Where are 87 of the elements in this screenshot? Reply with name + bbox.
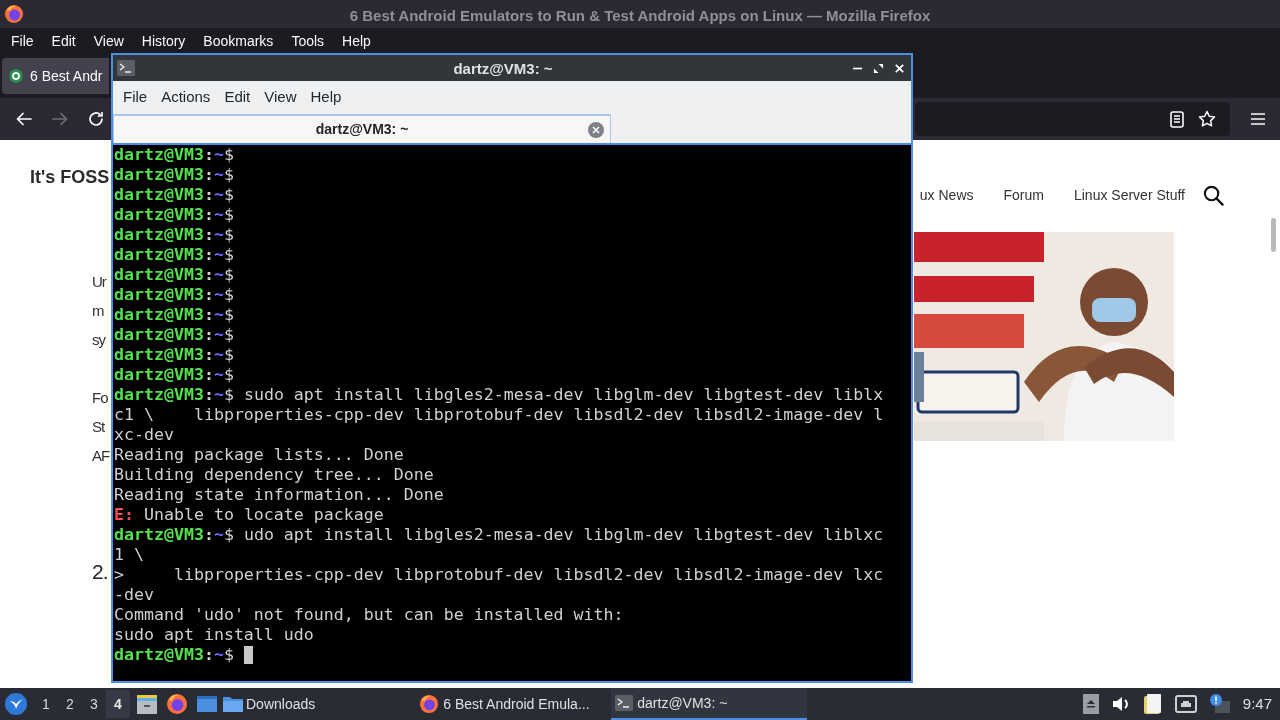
window-title: 6 Best Android Emulators to Run & Test Android Apps on Linux — Mozilla Firefox — [348, 6, 932, 26]
terminal-line: > libproperties-cpp-dev libprotobuf-dev libsdl2-dev libsdl2-image-dev lxc — [114, 565, 884, 585]
terminal-line: dartz@VM3:~$ — [114, 645, 234, 665]
menu-item[interactable]: File — [116, 85, 155, 109]
terminal-line: c1 \ libproperties-cpp-dev libprotobuf-dev libsdl2-dev libsdl2-image-dev l — [114, 405, 884, 425]
paragraph-text: Fo — [92, 388, 108, 408]
close-tab-icon[interactable] — [588, 122, 604, 138]
terminal-line: Reading state information... Done — [114, 485, 444, 505]
notification-icon[interactable] — [1208, 694, 1231, 714]
search-icon[interactable] — [1203, 185, 1224, 206]
terminal-line: dartz@VM3:~$ — [114, 145, 234, 165]
reader-view-icon[interactable] — [1170, 110, 1184, 128]
terminal-line: E: Unable to locate package — [114, 505, 384, 525]
terminal-line: Building dependency tree... Done — [114, 465, 434, 485]
workspace-button[interactable]: 1 — [34, 690, 58, 718]
volume-icon[interactable] — [1110, 694, 1131, 714]
terminal-line: dartz@VM3:~$ — [114, 205, 234, 225]
terminal-icon — [117, 60, 135, 76]
folder-icon — [222, 694, 244, 714]
menu-item[interactable]: Edit — [42, 30, 85, 52]
terminal-icon — [615, 695, 634, 711]
menu-item[interactable]: File — [2, 30, 43, 52]
paragraph-text: Ur — [92, 272, 106, 292]
paragraph-text: sy — [92, 330, 105, 350]
menu-item[interactable]: Edit — [217, 85, 258, 109]
terminal-line: dartz@VM3:~$ — [114, 325, 234, 345]
nav-link[interactable]: Linux Server Stuff — [1073, 185, 1185, 206]
nav-link[interactable]: Forum — [1003, 185, 1044, 206]
workspace-button[interactable]: 3 — [82, 690, 106, 718]
terminal-line: dartz@VM3:~$ — [114, 245, 234, 265]
workspace-button[interactable]: 2 — [58, 690, 82, 718]
menu-item[interactable]: Actions — [154, 85, 218, 109]
firefox-logo-icon[interactable] — [166, 693, 188, 715]
star-icon[interactable] — [1198, 110, 1216, 128]
back-arrow-icon[interactable] — [15, 110, 33, 128]
terminal-tab[interactable]: dartz@VM3: ~ — [113, 114, 611, 143]
terminal-line: dartz@VM3:~$ sudo apt install libgles2-mesa-dev libglm-dev libgtest-dev liblx — [114, 385, 884, 405]
terminal-line: Reading package lists... Done — [114, 445, 404, 465]
nav-link[interactable]: ux News — [919, 185, 974, 206]
site-title[interactable]: It's FOSS — [30, 164, 110, 191]
workspace-button[interactable]: 4 — [106, 690, 130, 718]
eject-icon[interactable] — [1082, 694, 1099, 714]
taskbar-task[interactable]: 6 Best Android Emula... — [415, 688, 606, 720]
start-menu-icon[interactable] — [4, 692, 28, 716]
terminal-line: sudo apt install udo — [114, 625, 314, 645]
close-icon[interactable] — [894, 62, 905, 74]
maximize-icon[interactable] — [873, 62, 884, 74]
terminal-line: dartz@VM3:~$ — [114, 225, 234, 245]
menu-item[interactable]: Tools — [282, 30, 334, 52]
terminal-line: 1 \ — [114, 545, 144, 565]
terminal-line: dartz@VM3:~$ — [114, 185, 234, 205]
paragraph-text: St — [92, 417, 105, 437]
scrollbar-thumb[interactable] — [1271, 218, 1276, 252]
terminal-line: dartz@VM3:~$ — [114, 365, 234, 385]
terminal-line: Command 'udo' not found, but can be installed with: — [114, 605, 624, 625]
terminal-line: dartz@VM3:~$ — [114, 345, 234, 365]
menu-item[interactable]: Help — [303, 85, 349, 109]
terminal-line: -dev — [114, 585, 154, 605]
taskbar-task[interactable]: dartz@VM3: ~ — [611, 688, 808, 720]
menu-item[interactable]: Help — [333, 30, 380, 52]
menu-item[interactable]: Bookmarks — [194, 30, 283, 52]
terminal-line: dartz@VM3:~$ — [114, 305, 234, 325]
window-icon[interactable] — [196, 694, 218, 714]
terminal-line: dartz@VM3:~$ — [114, 165, 234, 185]
paragraph-text: AF — [92, 446, 110, 466]
menu-icon[interactable] — [1250, 112, 1266, 126]
firefox-logo-icon — [419, 694, 440, 714]
browser-tab[interactable]: 6 Best Andr — [2, 58, 109, 94]
terminal-line: dartz@VM3:~$ udo apt install libgles2-mesa-dev libglm-dev libgtest-dev liblxc — [114, 525, 884, 545]
firefox-logo-icon — [4, 4, 24, 24]
reload-icon[interactable] — [87, 110, 105, 128]
clock: 9:47 — [1242, 693, 1272, 714]
section-heading: 2. — [92, 559, 108, 585]
terminal-line: dartz@VM3:~$ — [114, 265, 234, 285]
window-title: dartz@VM3: ~ — [452, 59, 554, 79]
file-cabinet-icon[interactable] — [136, 693, 158, 715]
menu-item[interactable]: View — [84, 30, 133, 52]
paragraph-text: m — [92, 301, 104, 321]
tab-title: 6 Best Andr — [30, 66, 103, 86]
site-favicon-icon — [8, 68, 24, 84]
menu-item[interactable]: View — [257, 85, 304, 109]
clipboard-icon[interactable] — [1142, 693, 1163, 715]
network-icon[interactable] — [1174, 695, 1197, 713]
terminal-line: dartz@VM3:~$ — [114, 285, 234, 305]
menu-item[interactable]: History — [132, 30, 195, 52]
terminal-line: xc-dev — [114, 425, 174, 445]
folder-launcher[interactable]: Downloads — [220, 690, 318, 718]
